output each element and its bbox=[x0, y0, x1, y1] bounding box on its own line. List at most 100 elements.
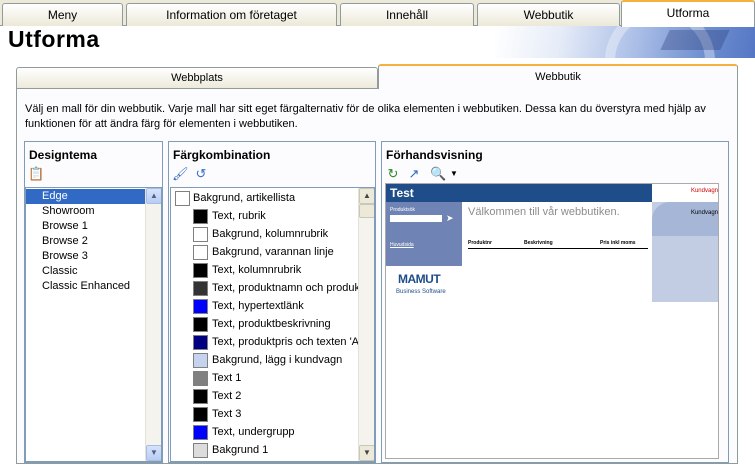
color-combination-panel: Färgkombination 🖌 ↺ Bakgrund, artikellis… bbox=[168, 141, 376, 463]
color-swatch[interactable] bbox=[175, 191, 190, 206]
intro-text: Välj en mall för din webbutik. Varje mal… bbox=[25, 103, 706, 130]
page-header: Utforma bbox=[0, 26, 755, 58]
color-swatch[interactable] bbox=[193, 353, 208, 368]
color-swatch[interactable] bbox=[193, 407, 208, 422]
color-list-item[interactable]: Bakgrund, kolumnrubrik bbox=[171, 225, 359, 243]
preview-cart-link: Kundvagn bbox=[690, 188, 718, 194]
preview-search-arrow-icon: ➤ bbox=[446, 213, 454, 223]
preview-logo-area: MAMUT Business Software bbox=[386, 266, 462, 302]
design-list-scrollbar[interactable]: ▲ ▼ bbox=[145, 188, 161, 461]
design-theme-item[interactable]: Browse 1 bbox=[26, 219, 146, 234]
color-list[interactable]: Bakgrund, artikellista Text, rubrik Bakgru… bbox=[170, 187, 375, 462]
subtab-webbplats[interactable]: Webbplats bbox=[16, 67, 378, 89]
color-item-label: Text, produktbeskrivning bbox=[212, 318, 331, 330]
color-swatch[interactable] bbox=[193, 227, 208, 242]
preview-cart-box: Kundvagn bbox=[652, 202, 718, 236]
color-list-item[interactable]: Text, produktpris och texten 'Ar bbox=[171, 333, 359, 351]
tab-meny[interactable]: Meny bbox=[2, 3, 123, 26]
open-external-icon[interactable]: ↗ bbox=[406, 166, 422, 182]
color-item-label: Text, produktpris och texten 'Ar bbox=[212, 336, 359, 348]
color-combination-title: Färgkombination bbox=[173, 148, 271, 162]
zoom-icon[interactable]: 🔍 bbox=[430, 166, 446, 182]
mamut-logo-subtitle: Business Software bbox=[396, 289, 446, 295]
sub-tab-bar: Webbplats Webbutik bbox=[16, 64, 738, 89]
page-title: Utforma bbox=[8, 26, 100, 52]
color-list-item[interactable]: Bakgrund, varannan linje bbox=[171, 243, 359, 261]
preview-col-beskrivning: Beskrivning bbox=[524, 240, 553, 246]
reset-color-icon[interactable]: ↺ bbox=[193, 166, 209, 182]
preview-column-headers: Produktnr Beskrivning Pris inkl moms bbox=[468, 240, 648, 249]
preview-search-field bbox=[390, 215, 442, 222]
color-list-item[interactable]: Text, kolumnrubrik bbox=[171, 261, 359, 279]
scroll-up-button[interactable]: ▲ bbox=[359, 188, 374, 204]
design-theme-title: Designtema bbox=[29, 148, 98, 162]
color-list-item[interactable]: Bakgrund, artikellista bbox=[171, 189, 359, 207]
preview-col-pris: Pris inkl moms bbox=[600, 240, 636, 246]
preview-group-link: Huvudsida bbox=[390, 242, 414, 248]
zoom-dropdown-icon[interactable]: ▼ bbox=[446, 166, 462, 182]
color-item-label: Text 2 bbox=[212, 390, 242, 402]
scroll-thumb[interactable] bbox=[359, 204, 374, 218]
color-item-label: Text, hypertextlänk bbox=[212, 300, 304, 312]
color-list-item[interactable]: Bakgrund, lägg i kundvagn bbox=[171, 351, 359, 369]
color-list-scrollbar[interactable]: ▲ ▼ bbox=[358, 188, 374, 461]
color-swatch[interactable] bbox=[193, 281, 208, 296]
preview-cart-label: Kundvagn bbox=[690, 210, 718, 216]
tab-webbutik[interactable]: Webbutik bbox=[477, 3, 620, 26]
color-list-item[interactable]: Bakgrund 1 bbox=[171, 441, 359, 459]
color-item-label: Text, rubrik bbox=[212, 210, 266, 222]
color-list-item[interactable]: Text 3 bbox=[171, 405, 359, 423]
color-swatch[interactable] bbox=[193, 299, 208, 314]
header-banner-image bbox=[495, 26, 755, 58]
color-swatch[interactable] bbox=[193, 209, 208, 224]
preview-search-box: Produktsök ➤ Huvudsida bbox=[386, 202, 462, 266]
preview-title: Förhandsvisning bbox=[386, 148, 483, 162]
color-swatch[interactable] bbox=[193, 263, 208, 278]
color-list-item[interactable]: Text, produktnamn och produkt bbox=[171, 279, 359, 297]
scroll-up-button[interactable]: ▲ bbox=[146, 188, 161, 204]
paint-color-icon[interactable]: 🖌 bbox=[172, 166, 189, 182]
color-list-item[interactable]: Text, undergrupp bbox=[171, 423, 359, 441]
mamut-logo: MAMUT bbox=[398, 272, 441, 286]
design-theme-item[interactable]: Classic Enhanced bbox=[26, 279, 146, 294]
color-swatch[interactable] bbox=[193, 389, 208, 404]
color-item-label: Bakgrund, kolumnrubrik bbox=[212, 228, 329, 240]
top-tab-bar: Meny Information om företaget Innehåll W… bbox=[0, 0, 755, 27]
color-item-label: Bakgrund, lägg i kundvagn bbox=[212, 354, 343, 366]
subtab-webbutik[interactable]: Webbutik bbox=[378, 64, 738, 89]
color-swatch[interactable] bbox=[193, 371, 208, 386]
color-list-item[interactable]: Text 1 bbox=[171, 369, 359, 387]
design-theme-item[interactable]: Browse 2 bbox=[26, 234, 146, 249]
design-theme-item[interactable]: Showroom bbox=[26, 204, 146, 219]
design-theme-item[interactable]: Browse 3 bbox=[26, 249, 146, 264]
color-item-label: Text, kolumnrubrik bbox=[212, 264, 302, 276]
refresh-preview-icon[interactable]: ↻ bbox=[385, 166, 401, 182]
color-list-item[interactable]: Text, rubrik bbox=[171, 207, 359, 225]
design-theme-item[interactable]: Edge bbox=[26, 189, 146, 204]
preview-col-produktnr: Produktnr bbox=[468, 240, 492, 246]
color-list-item[interactable]: Text, produktbeskrivning bbox=[171, 315, 359, 333]
color-list-item[interactable]: Text, hypertextlänk bbox=[171, 297, 359, 315]
tab-information-om-foretaget[interactable]: Information om företaget bbox=[126, 3, 337, 26]
color-item-label: Text 1 bbox=[212, 372, 242, 384]
shop-preview: Test Kundvagn Produktsök ➤ Huvudsida MAM… bbox=[385, 183, 719, 459]
design-theme-item[interactable]: Classic bbox=[26, 264, 146, 279]
color-swatch[interactable] bbox=[193, 335, 208, 350]
preview-panel: Förhandsvisning ↻ ↗ 🔍 ▼ Test Kundvagn Pr… bbox=[381, 141, 729, 463]
scroll-down-button[interactable]: ▼ bbox=[359, 445, 374, 461]
main-area: Webbplats Webbutik Välj en mall för din … bbox=[0, 58, 755, 470]
webbutik-design-pane: Välj en mall för din webbutik. Varje mal… bbox=[16, 88, 738, 464]
color-swatch[interactable] bbox=[193, 317, 208, 332]
scroll-down-button[interactable]: ▼ bbox=[146, 445, 161, 461]
color-item-label: Bakgrund, artikellista bbox=[193, 192, 296, 204]
color-swatch[interactable] bbox=[193, 443, 208, 458]
preview-welcome-text: Välkommen till vår webbutiken. bbox=[468, 206, 620, 218]
tab-innehall[interactable]: Innehåll bbox=[340, 3, 474, 26]
color-list-item[interactable]: Text 2 bbox=[171, 387, 359, 405]
color-item-label: Text, produktnamn och produkt bbox=[212, 282, 359, 294]
tab-utforma[interactable]: Utforma bbox=[621, 0, 755, 27]
color-swatch[interactable] bbox=[193, 425, 208, 440]
color-swatch[interactable] bbox=[193, 245, 208, 260]
copy-theme-icon[interactable]: 📋 bbox=[28, 166, 44, 182]
design-theme-list[interactable]: Edge Showroom Browse 1 Browse 2 Browse 3 Clas… bbox=[25, 187, 162, 462]
